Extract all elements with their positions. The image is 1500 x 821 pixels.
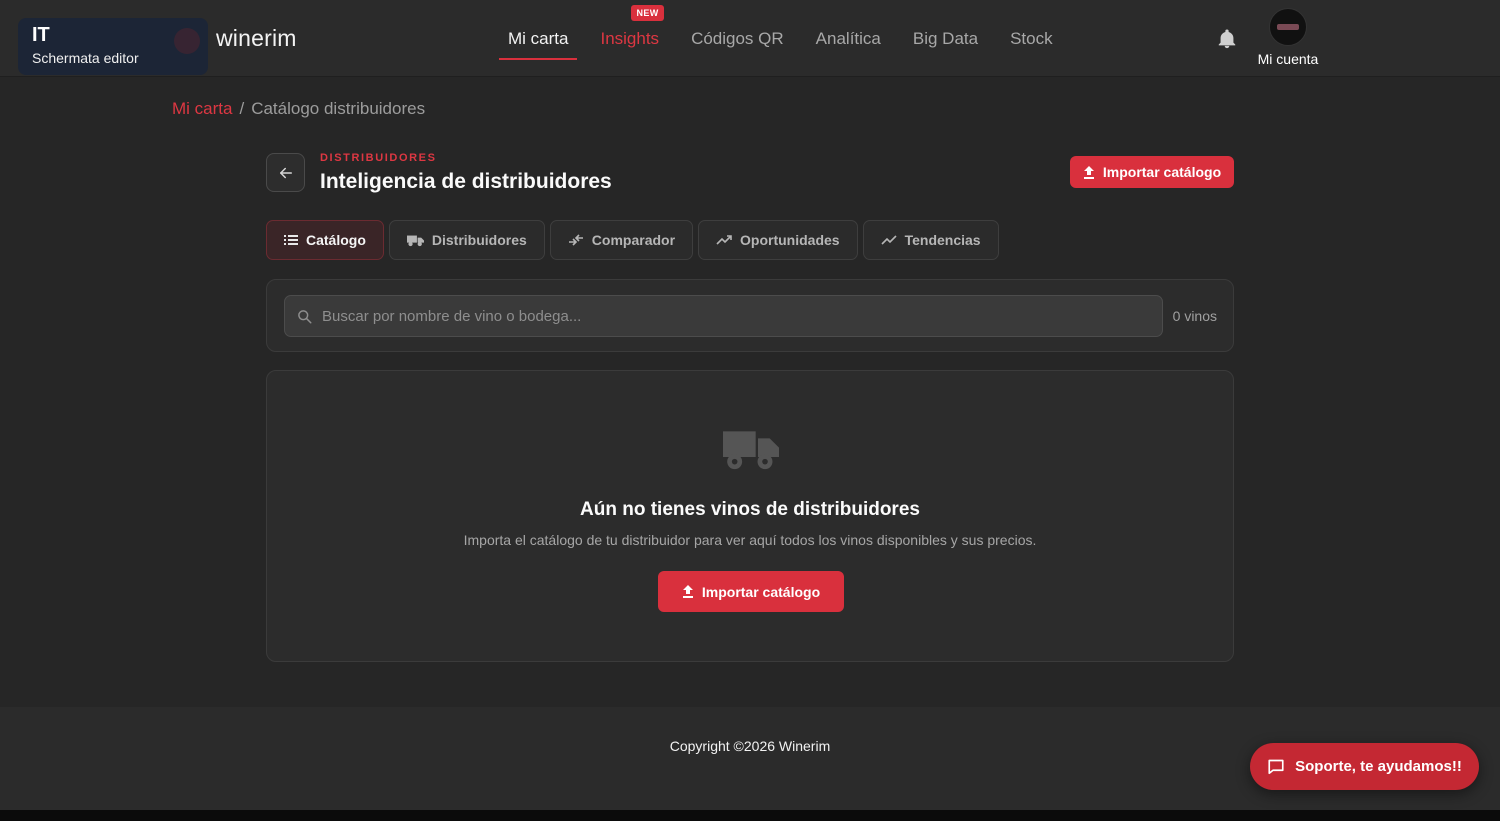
trending-up-icon [881, 235, 897, 245]
tab-catalogo[interactable]: Catálogo [266, 220, 384, 260]
import-catalog-button[interactable]: Importar catálogo [1070, 156, 1234, 188]
language-code: IT [32, 24, 50, 46]
tab-label: Tendencias [904, 232, 981, 248]
nav-item-big-data[interactable]: Big Data [897, 0, 994, 77]
restaurant-logo-icon [1277, 24, 1299, 30]
nav-item-label: Mi carta [508, 28, 569, 48]
tab-label: Oportunidades [740, 232, 840, 248]
list-icon [284, 235, 298, 245]
breadcrumb-link-mi-carta[interactable]: Mi carta [172, 99, 232, 118]
tab-label: Distribuidores [431, 232, 527, 248]
bell-icon[interactable] [1216, 27, 1238, 51]
back-button[interactable] [266, 153, 305, 192]
search-card: 0 vinos [266, 279, 1234, 352]
tab-label: Catálogo [306, 232, 366, 248]
section-eyebrow: DISTRIBUIDORES [320, 152, 437, 164]
tab-tendencias[interactable]: Tendencias [862, 220, 999, 260]
trending-up-icon [716, 235, 732, 245]
chat-icon [1268, 759, 1284, 775]
nav-item-insights[interactable]: NEW Insights [584, 0, 675, 77]
compare-arrows-icon [568, 234, 583, 246]
breadcrumb-current: Catálogo distribuidores [251, 99, 426, 118]
empty-state-description: Importa el catálogo de tu distribuidor p… [463, 532, 1037, 548]
nav-item-stock[interactable]: Stock [994, 0, 1069, 77]
page-title: Inteligencia de distribuidores [320, 170, 612, 193]
new-badge: NEW [631, 5, 664, 21]
breadcrumb: Mi carta / Catálogo distribuidores [172, 99, 425, 119]
import-catalog-label: Importar catálogo [1102, 164, 1222, 180]
avatar [1269, 8, 1307, 46]
language-subtitle: Schermata editor [32, 50, 139, 66]
upload-icon [682, 585, 693, 598]
import-catalog-label: Importar catálogo [701, 583, 821, 600]
truck-icon [406, 235, 424, 246]
empty-state-card: Aún no tienes vinos de distribuidores Im… [266, 370, 1234, 662]
arrow-left-icon [279, 167, 292, 178]
search-input[interactable] [322, 307, 1142, 325]
support-chat-button[interactable]: Soporte, te ayudamos!! [1250, 743, 1479, 790]
tab-label: Comparador [591, 232, 676, 248]
search-field[interactable] [284, 295, 1163, 337]
tab-bar: Catálogo Distribuidores Comparador Oport… [266, 220, 999, 260]
tab-oportunidades[interactable]: Oportunidades [698, 220, 858, 260]
tab-distribuidores[interactable]: Distribuidores [388, 220, 545, 260]
nav-item-label: Big Data [912, 28, 979, 48]
nav-item-label: Códigos QR [691, 28, 784, 48]
empty-state-title: Aún no tienes vinos de distribuidores [580, 499, 920, 520]
nav-item-analitica[interactable]: Analítica [800, 0, 897, 77]
truck-icon [723, 431, 779, 470]
app-window: IT Schermata editor winerim Mi carta NEW… [0, 0, 1500, 810]
breadcrumb-separator: / [239, 99, 245, 118]
nav-item-mi-carta[interactable]: Mi carta [492, 0, 584, 77]
upload-icon [1083, 165, 1094, 179]
nav-item-label: Stock [1010, 28, 1053, 48]
tab-comparador[interactable]: Comparador [549, 220, 694, 260]
nav-item-label: Insights [600, 28, 660, 48]
account-menu[interactable]: Mi cuenta [1250, 8, 1326, 67]
main-nav: Mi carta NEW Insights Códigos QR Analíti… [492, 0, 1069, 77]
search-icon [298, 309, 312, 323]
language-switcher[interactable]: IT Schermata editor [18, 18, 208, 75]
top-navigation-bar: IT Schermata editor winerim Mi carta NEW… [0, 0, 1500, 77]
nav-item-codigos-qr[interactable]: Códigos QR [675, 0, 800, 77]
account-label: Mi cuenta [1257, 51, 1319, 67]
nav-item-label: Analítica [815, 28, 881, 48]
brand-logo-text[interactable]: winerim [216, 25, 297, 52]
support-label: Soporte, te ayudamos!! [1295, 758, 1462, 775]
logo-ghost-icon [174, 28, 200, 54]
import-catalog-button[interactable]: Importar catálogo [658, 571, 844, 612]
wine-count: 0 vinos [1172, 308, 1217, 324]
